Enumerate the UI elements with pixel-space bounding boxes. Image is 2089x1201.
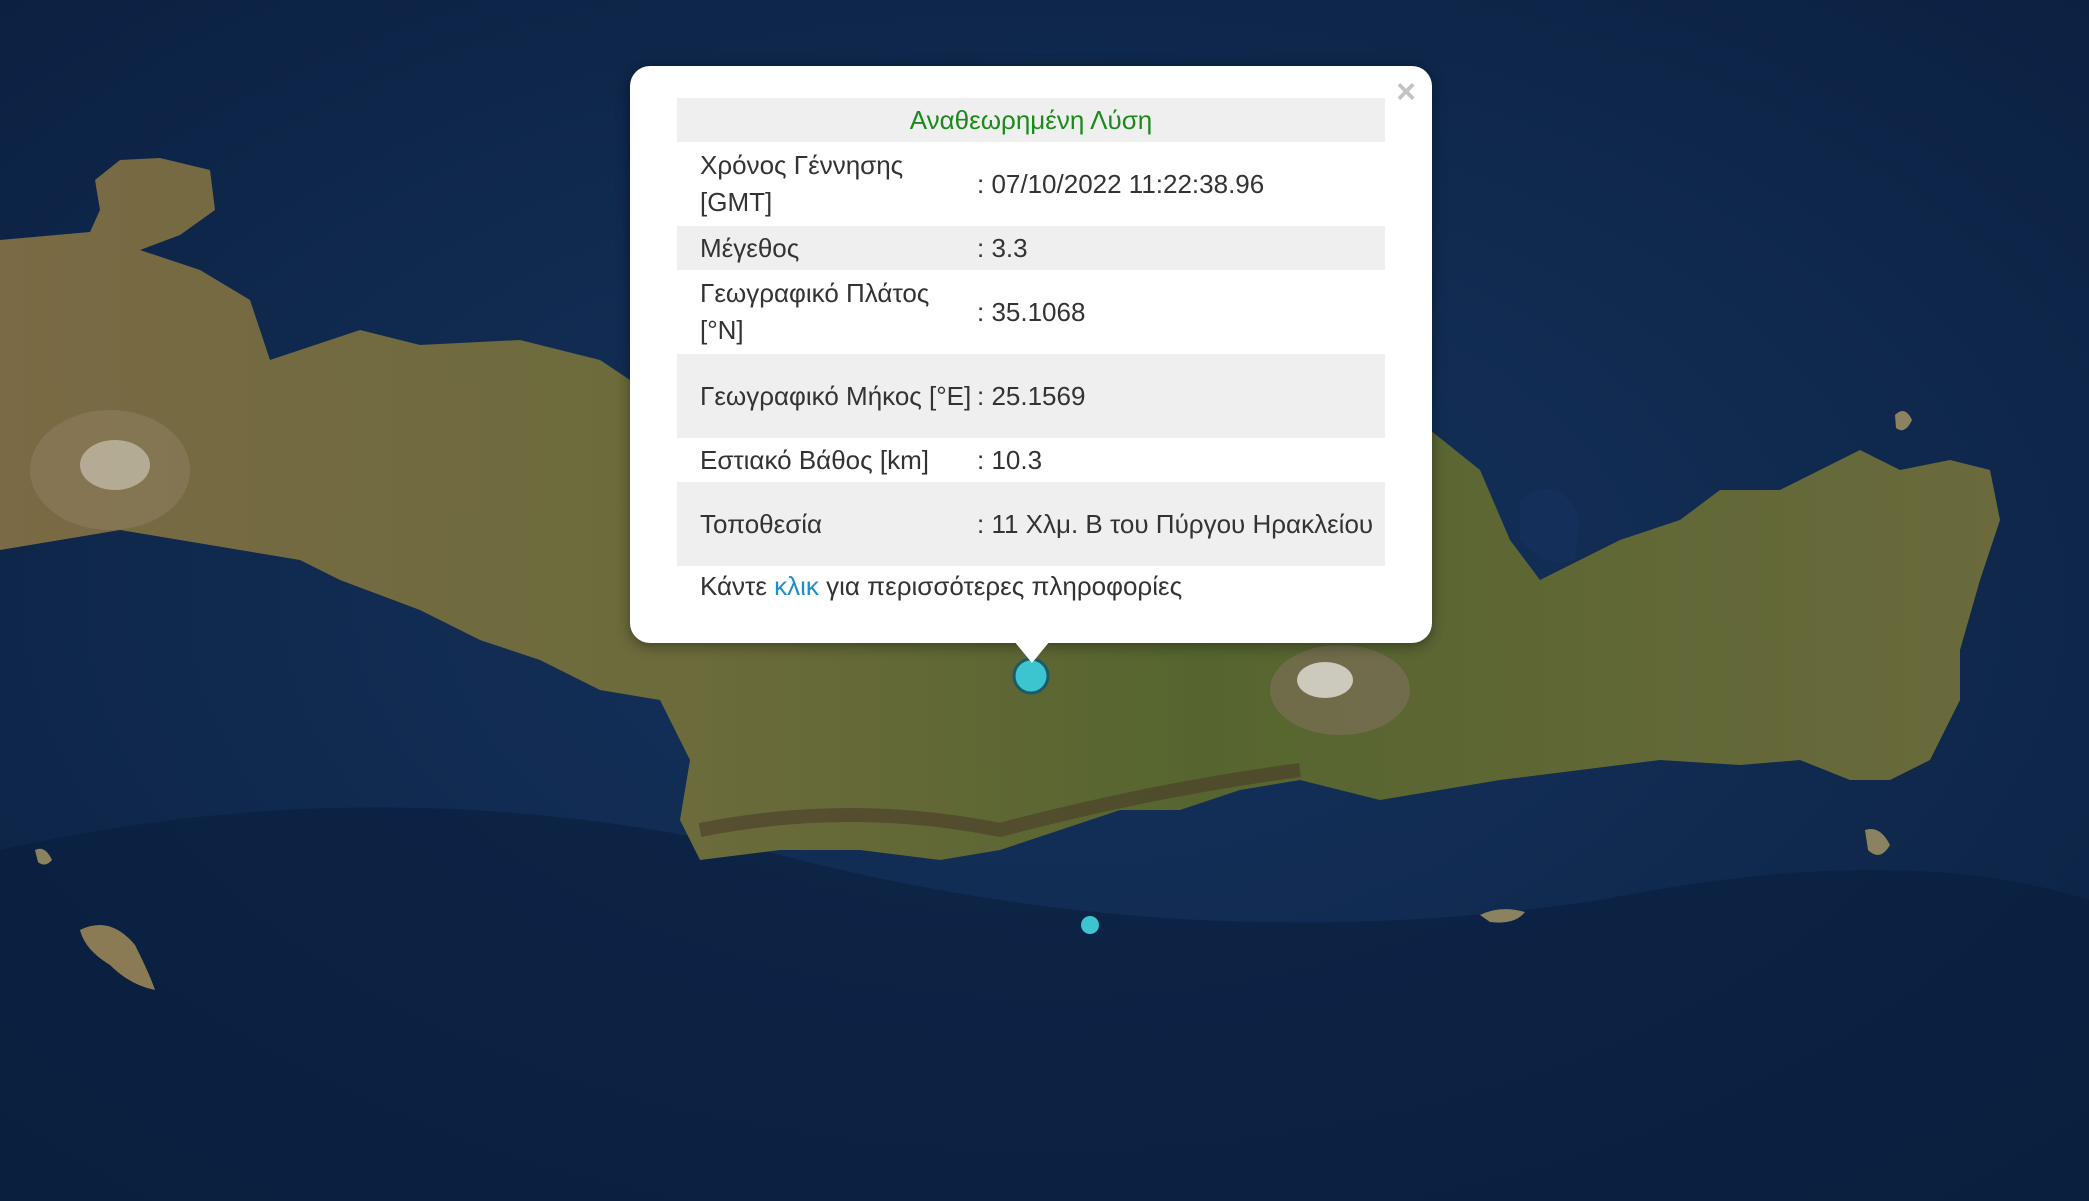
more-info: Κάντε κλικ για περισσότερες πληροφορίες [677,566,1385,610]
mountain-snow-central [1297,662,1353,698]
location-label: Τοποθεσία [700,508,823,539]
solution-header: Αναθεωρημένη Λύση [677,98,1385,142]
info-row-magnitude: Μέγεθος : 3.3 [677,226,1385,270]
time-value: : 07/10/2022 11:22:38.96 [977,168,1265,199]
earthquake-marker[interactable] [1081,916,1099,934]
longitude-label: Γεωγραφικό Μήκος [°E] [700,380,972,411]
latitude-value: : 35.1068 [977,296,1086,327]
earthquake-marker-selected[interactable] [1012,657,1050,695]
magnitude-label: Μέγεθος [700,232,800,263]
info-row-latitude: Γεωγραφικό Πλάτος [°N] : 35.1068 [677,270,1385,354]
mountain-snow-west [80,440,150,490]
depth-label: Εστιακό Βάθος [km] [700,444,929,475]
info-row-longitude: Γεωγραφικό Μήκος [°E] : 25.1569 [677,354,1385,438]
magnitude-value: : 3.3 [977,232,1028,263]
latitude-label: Γεωγραφικό Πλάτος [°N] [700,278,930,345]
more-info-suffix: για περισσότερες πληροφορίες [818,571,1183,601]
popup-tip [1014,641,1050,663]
close-icon[interactable]: × [1390,75,1422,109]
info-row-depth: Εστιακό Βάθος [km] : 10.3 [677,438,1385,482]
earthquake-info: Αναθεωρημένη Λύση Χρόνος Γέννησης [GMT] … [677,98,1385,610]
time-label: Χρόνος Γέννησης [GMT] [700,150,904,217]
more-info-prefix: Κάντε [700,571,775,601]
location-value: : 11 Χλμ. Β του Πύργου Ηρακλείου [977,508,1374,539]
more-info-link[interactable]: κλικ [774,571,819,601]
longitude-value: : 25.1569 [977,380,1086,411]
depth-value: : 10.3 [977,444,1043,475]
info-row-time: Χρόνος Γέννησης [GMT] : 07/10/2022 11:22… [677,142,1385,226]
info-row-location: Τοποθεσία : 11 Χλμ. Β του Πύργου Ηρακλεί… [677,482,1385,566]
